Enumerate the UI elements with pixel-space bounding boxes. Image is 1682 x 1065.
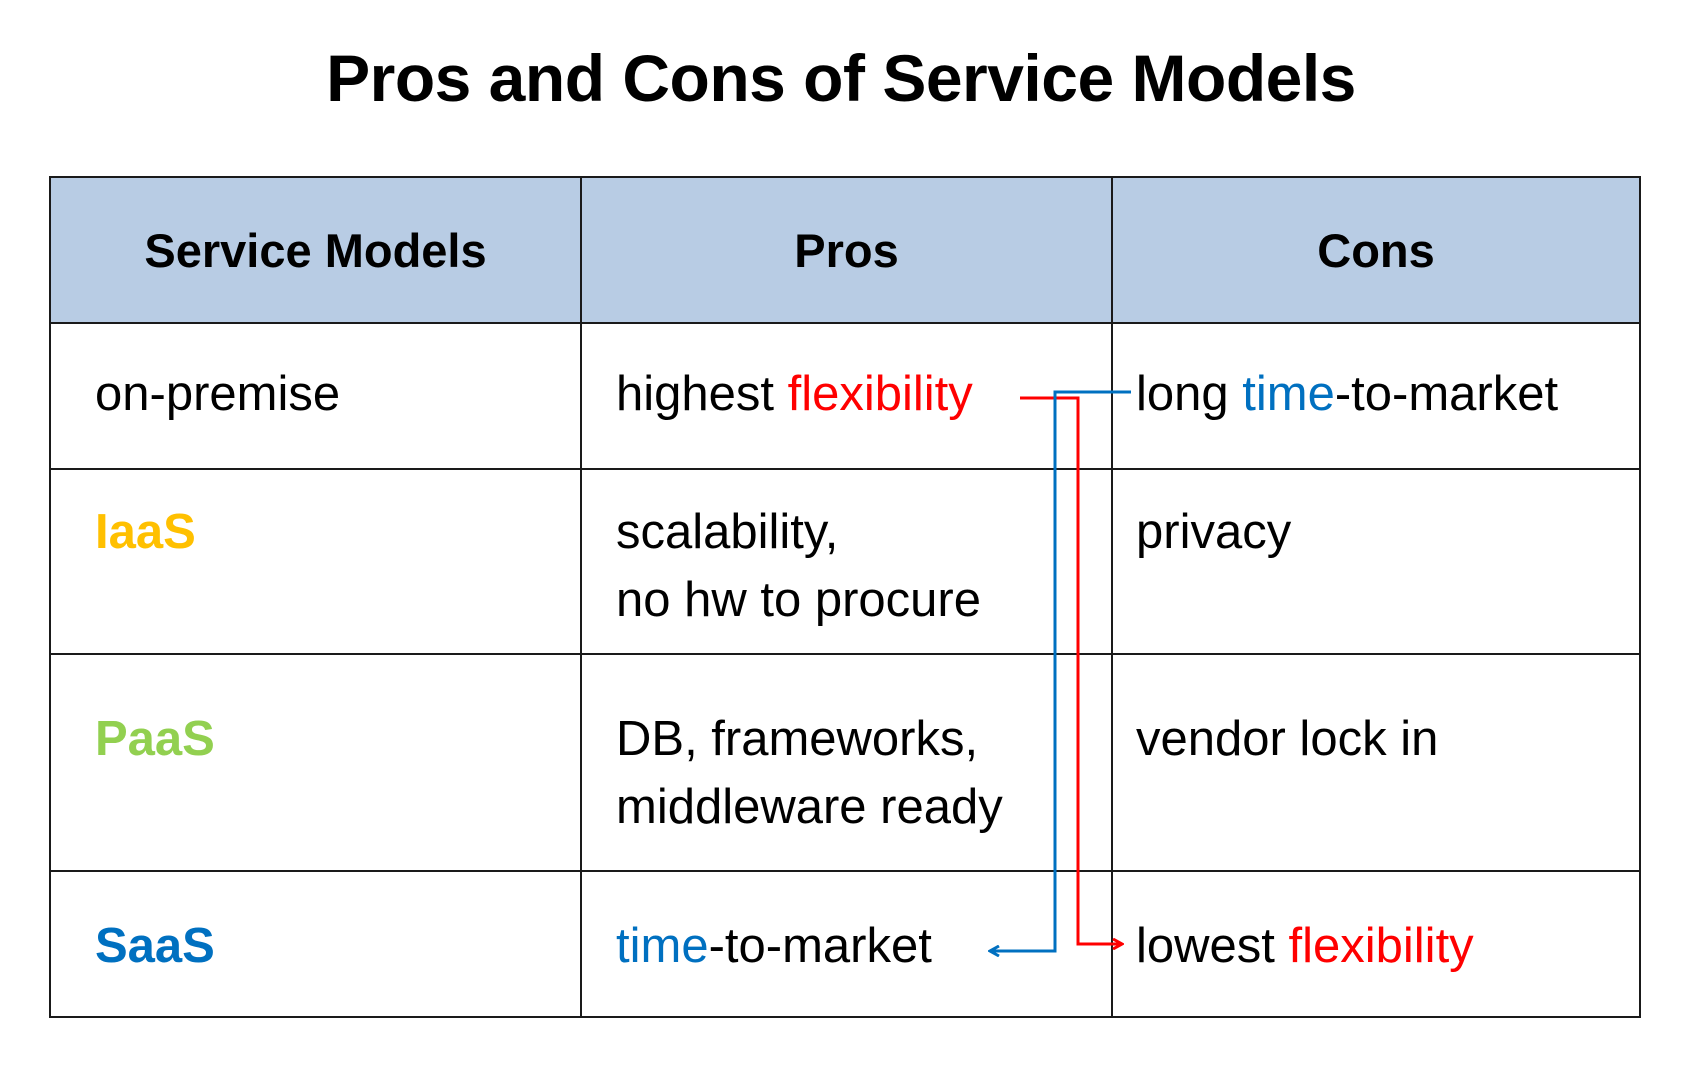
table-row-paas: PaaS DB, frameworks, middleware ready ve…	[49, 653, 1641, 872]
pros-highlight-flexibility: flexibility	[787, 367, 973, 421]
header-service-models: Service Models	[49, 176, 582, 324]
pros-cell: DB, frameworks, middleware ready	[580, 653, 1113, 872]
cons-cell: vendor lock in	[1111, 653, 1641, 872]
pros-prefix: highest	[616, 367, 788, 421]
model-cell: PaaS	[49, 653, 582, 872]
cons-suffix: -to-market	[1334, 367, 1559, 421]
pros-cell: time-to-market	[580, 870, 1113, 1018]
cons-paas: vendor lock in	[1136, 712, 1439, 766]
cons-prefix: long	[1136, 367, 1243, 421]
pros-iaas: scalability, no hw to procure	[582, 470, 1111, 634]
pros-suffix: -to-market	[708, 919, 932, 973]
pros-paas: DB, frameworks, middleware ready	[582, 655, 1111, 841]
pros-cell: highest flexibility	[580, 322, 1113, 470]
cons-cell: lowest flexibility	[1111, 870, 1641, 1018]
model-iaas: IaaS	[95, 505, 196, 559]
cons-prefix: lowest	[1136, 919, 1289, 973]
pros-saas: time-to-market	[582, 872, 1111, 980]
page-title: Pros and Cons of Service Models	[326, 41, 1356, 115]
model-paas: PaaS	[95, 712, 215, 766]
cons-cell: privacy	[1111, 468, 1641, 655]
pros-line-2: no hw to procure	[616, 573, 981, 627]
model-cell: IaaS	[49, 468, 582, 655]
pros-on-premise: highest flexibility	[582, 324, 1111, 428]
model-cell: SaaS	[49, 870, 582, 1018]
pros-cell: scalability, no hw to procure	[580, 468, 1113, 655]
header-pros: Pros	[580, 176, 1113, 324]
header-cons: Cons	[1111, 176, 1641, 324]
cons-highlight-time: time	[1242, 367, 1335, 421]
pros-highlight-time: time	[616, 919, 709, 973]
model-on-premise: on-premise	[95, 367, 341, 421]
model-saas: SaaS	[95, 919, 215, 973]
cons-iaas: privacy	[1136, 505, 1292, 559]
pros-line-1: scalability,	[616, 505, 839, 559]
service-models-table: Service Models Pros Cons on-premise high…	[49, 176, 1641, 1018]
table-row-iaas: IaaS scalability, no hw to procure priva…	[49, 468, 1641, 655]
cons-on-premise: long time-to-market	[1113, 324, 1639, 428]
cons-cell: long time-to-market	[1111, 322, 1641, 470]
cons-saas: lowest flexibility	[1113, 872, 1639, 980]
pros-line-1: DB, frameworks,	[616, 712, 979, 766]
model-cell: on-premise	[49, 322, 582, 470]
header-row: Service Models Pros Cons	[49, 176, 1641, 324]
pros-line-2: middleware ready	[616, 780, 1003, 834]
table-row-saas: SaaS time-to-market lowest flexibility	[49, 870, 1641, 1018]
cons-highlight-flexibility: flexibility	[1288, 919, 1474, 973]
table-row-on-premise: on-premise highest flexibility long time…	[49, 322, 1641, 470]
